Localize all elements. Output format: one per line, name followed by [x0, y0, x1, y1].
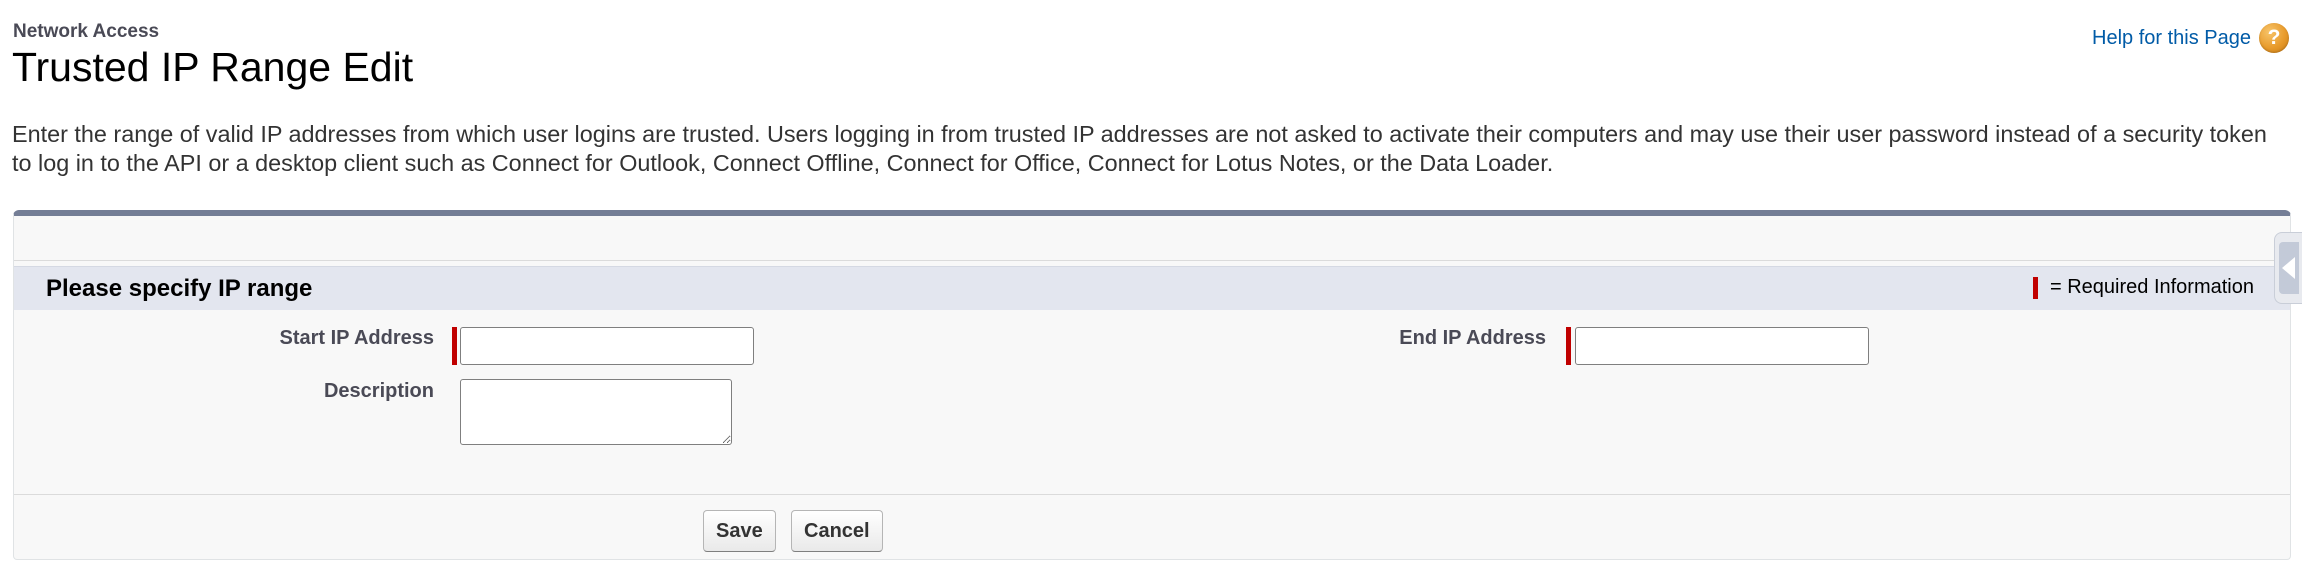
section-title: Please specify IP range	[46, 275, 313, 302]
sidebar-collapse-handle	[2278, 242, 2299, 294]
end-ip-required-indicator	[1566, 327, 1571, 365]
collapse-arrow-icon	[2282, 257, 2295, 279]
page-title: Trusted IP Range Edit	[12, 44, 414, 90]
help-link[interactable]: Help for this Page ?	[2092, 20, 2289, 56]
required-legend-text: = Required Information	[2049, 276, 2254, 298]
end-ip-input[interactable]	[1575, 327, 1869, 365]
bottom-button-bar: Save Cancel	[14, 494, 2290, 561]
start-ip-input[interactable]	[460, 327, 754, 365]
description-textarea[interactable]	[460, 379, 732, 445]
end-ip-label: End IP Address	[1399, 327, 1546, 349]
question-mark-icon: ?	[2259, 23, 2289, 53]
section-header: Please specify IP range = Required Infor…	[14, 266, 2290, 310]
sidebar-collapse-tab[interactable]	[2274, 232, 2302, 304]
cancel-button[interactable]: Cancel	[791, 510, 883, 552]
save-button[interactable]: Save	[703, 510, 776, 552]
help-link-text: Help for this Page	[2092, 27, 2251, 49]
start-ip-label: Start IP Address	[279, 327, 434, 349]
description-label: Description	[323, 380, 434, 402]
breadcrumb: Network Access	[13, 21, 160, 42]
top-button-bar	[14, 216, 2290, 261]
required-legend: = Required Information	[2032, 276, 2254, 299]
edit-panel: Please specify IP range = Required Infor…	[13, 210, 2291, 560]
start-ip-required-indicator	[452, 327, 457, 365]
required-indicator-icon	[2032, 276, 2038, 299]
page-header: Network Access Trusted IP Range Edit Hel…	[12, 18, 2289, 90]
intro-description: Enter the range of valid IP addresses fr…	[12, 121, 2267, 176]
